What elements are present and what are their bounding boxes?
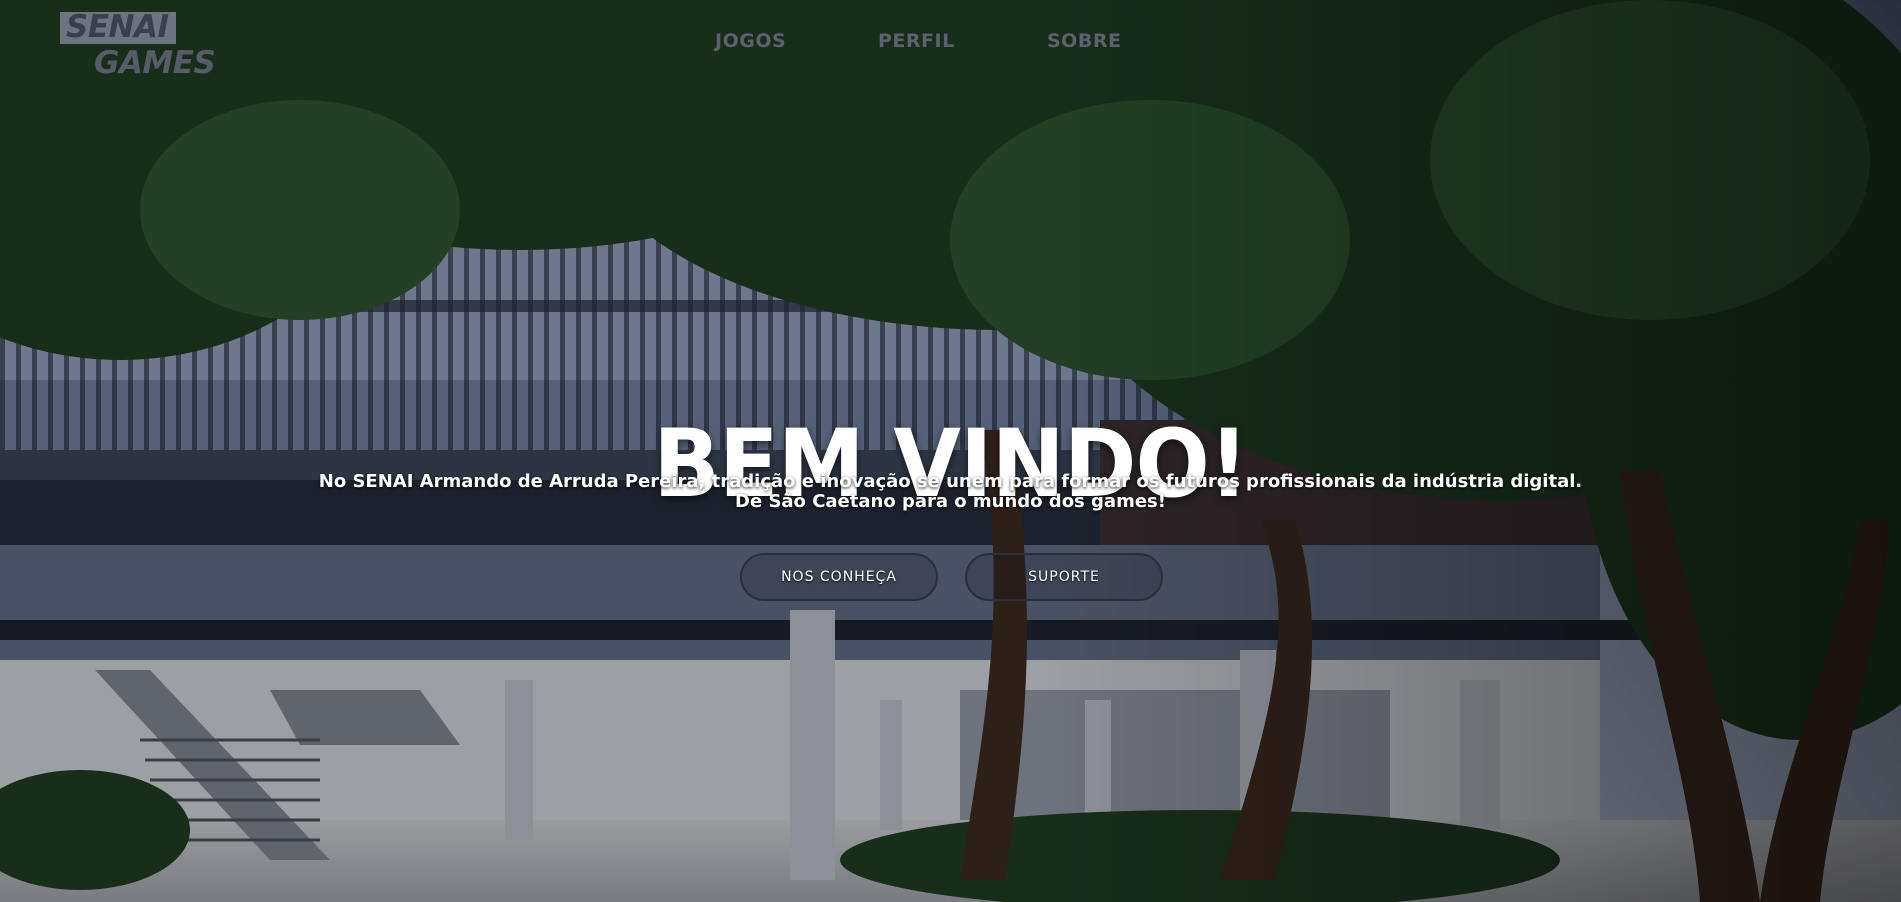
- nos-conheca-button[interactable]: NOS CONHEÇA: [740, 553, 938, 601]
- site-header: SENAI GAMES JOGOS PERFIL SOBRE: [0, 0, 1901, 100]
- nav-link-sobre[interactable]: SOBRE: [1047, 30, 1121, 52]
- logo-line-games: GAMES: [94, 45, 216, 81]
- hero-intro-line-2: De São Caetano para o mundo dos games!: [735, 491, 1166, 512]
- hero-intro: No SENAI Armando de Arruda Pereira, trad…: [0, 472, 1901, 512]
- nav-link-perfil[interactable]: PERFIL: [878, 30, 955, 52]
- hero-intro-line-1: No SENAI Armando de Arruda Pereira, trad…: [318, 471, 1583, 492]
- nav-link-jogos[interactable]: JOGOS: [715, 30, 786, 52]
- senai-games-logo[interactable]: SENAI GAMES: [60, 12, 230, 82]
- suporte-button[interactable]: SUPORTE: [965, 553, 1163, 601]
- logo-line-senai: SENAI: [60, 12, 177, 44]
